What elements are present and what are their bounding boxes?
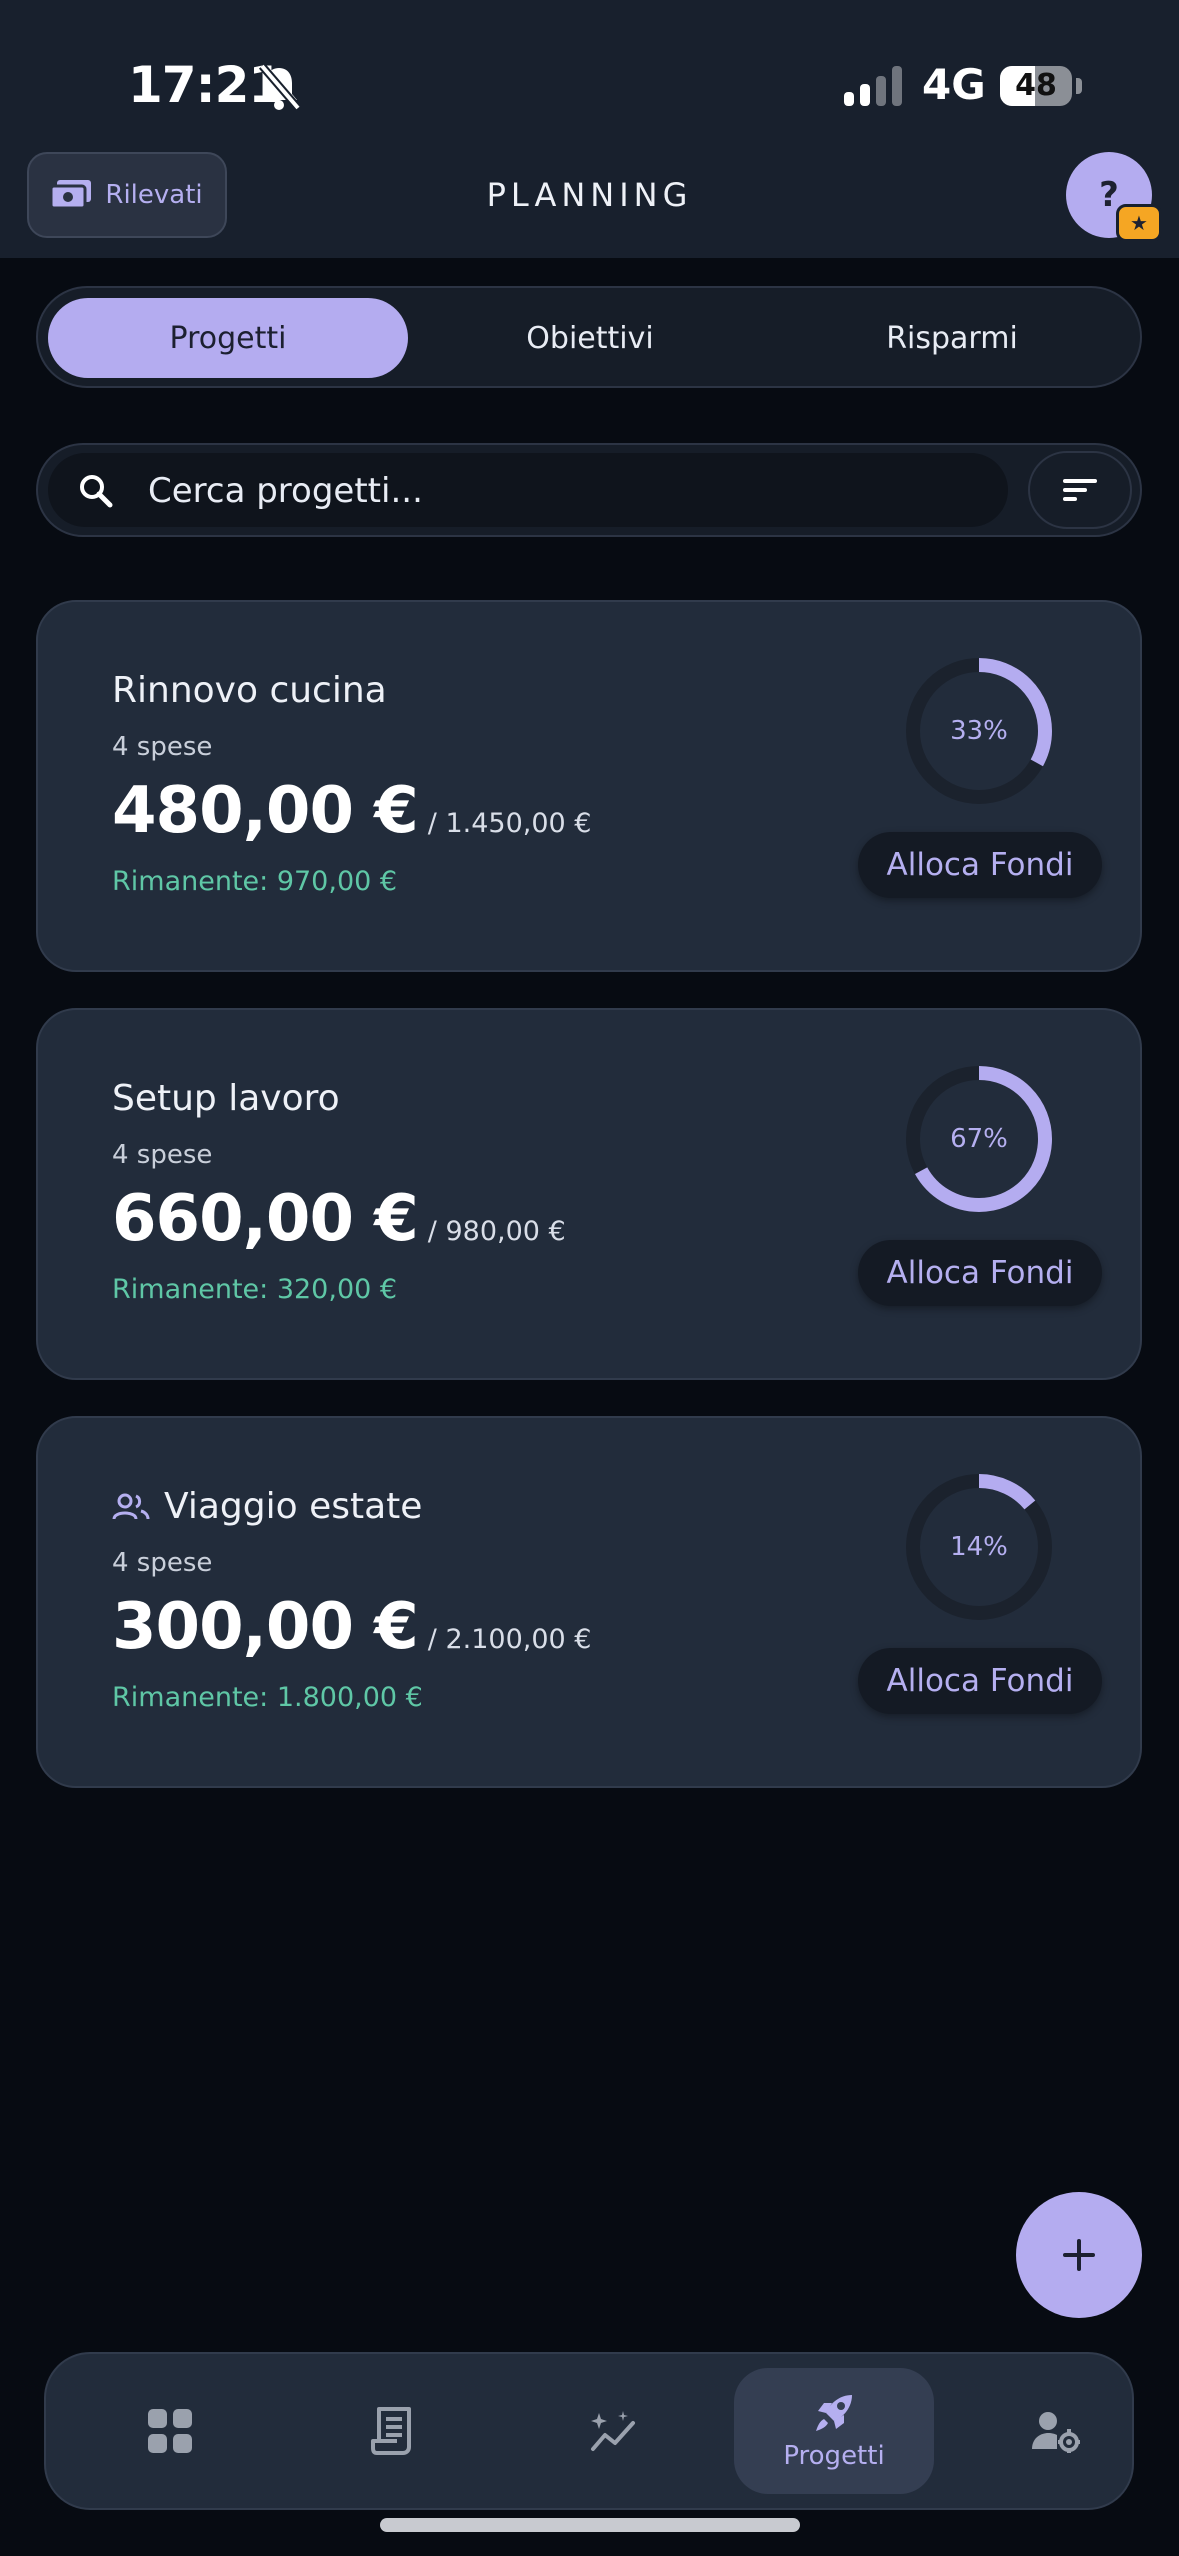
- battery-icon: 48: [1000, 66, 1072, 106]
- project-title-text: Viaggio estate: [164, 1486, 423, 1527]
- dashboard-icon: [148, 2409, 192, 2453]
- search-input[interactable]: [146, 463, 970, 519]
- project-card[interactable]: Viaggio estate 4 spese 300,00 € / 2.100,…: [36, 1416, 1142, 1788]
- tab-progetti[interactable]: Progetti: [48, 298, 408, 378]
- network-type: 4G: [922, 60, 986, 109]
- project-remaining: Rimanente: 970,00 €: [112, 866, 398, 897]
- search-icon: [80, 475, 113, 508]
- project-title-text: Rinnovo cucina: [112, 670, 387, 711]
- project-remaining: Rimanente: 320,00 €: [112, 1274, 398, 1305]
- project-total: / 2.100,00 €: [427, 1624, 592, 1655]
- project-allocated: 660,00 €: [112, 1182, 419, 1256]
- group-icon: [112, 1493, 150, 1519]
- progress-percent: 67%: [950, 1124, 1008, 1154]
- project-remaining: Rimanente: 1.800,00 €: [112, 1682, 423, 1713]
- progress-percent: 33%: [950, 716, 1008, 746]
- project-allocated: 480,00 €: [112, 774, 419, 848]
- alloca-fondi-button[interactable]: Alloca Fondi: [858, 832, 1102, 898]
- project-expenses: 4 spese: [112, 1140, 213, 1170]
- plus-icon: [1063, 2239, 1095, 2271]
- nav-item-insights[interactable]: [524, 2354, 704, 2508]
- nav-item-progetti[interactable]: Progetti: [734, 2368, 934, 2494]
- tab-obiettivi[interactable]: Obiettivi: [410, 298, 770, 378]
- project-expenses: 4 spese: [112, 1548, 213, 1578]
- nav-item-transactions[interactable]: [302, 2354, 482, 2508]
- project-expenses: 4 spese: [112, 732, 213, 762]
- project-total: / 1.450,00 €: [427, 808, 592, 839]
- alloca-fondi-button[interactable]: Alloca Fondi: [858, 1240, 1102, 1306]
- search-field: [48, 453, 1008, 527]
- premium-star-icon: ★: [1116, 204, 1162, 242]
- bottom-navigation: Progetti: [44, 2352, 1134, 2510]
- project-amount-row: 480,00 € / 1.450,00 €: [112, 774, 591, 848]
- tab-risparmi[interactable]: Risparmi: [772, 298, 1132, 378]
- home-indicator: [380, 2518, 800, 2532]
- project-title: Viaggio estate: [112, 1486, 422, 1527]
- nav-item-dashboard[interactable]: [80, 2354, 260, 2508]
- insights-icon: [591, 2411, 635, 2451]
- app-header: 17:21 4G 48 Rilevati PLANNING ? ★: [0, 0, 1179, 258]
- battery-tip: [1076, 78, 1082, 94]
- user-settings-icon: [1032, 2412, 1080, 2453]
- sort-filter-button[interactable]: [1028, 451, 1132, 529]
- battery-percent: 48: [1015, 68, 1057, 103]
- nav-label-progetti: Progetti: [783, 2441, 885, 2471]
- rocket-icon: [816, 2395, 852, 2431]
- nav-item-account-settings[interactable]: [966, 2354, 1146, 2508]
- project-amount-row: 660,00 € / 980,00 €: [112, 1182, 566, 1256]
- segment-tabs: Progetti Obiettivi Risparmi: [36, 286, 1142, 388]
- bell-muted-icon: [256, 62, 302, 116]
- project-amount-row: 300,00 € / 2.100,00 €: [112, 1590, 591, 1664]
- cellular-signal-icon: [844, 66, 906, 110]
- project-card[interactable]: Setup lavoro 4 spese 660,00 € / 980,00 €…: [36, 1008, 1142, 1380]
- add-project-button[interactable]: [1016, 2192, 1142, 2318]
- alloca-fondi-button[interactable]: Alloca Fondi: [858, 1648, 1102, 1714]
- project-title: Setup lavoro: [112, 1078, 340, 1119]
- project-allocated: 300,00 €: [112, 1590, 419, 1664]
- receipt-icon: [371, 2407, 411, 2455]
- sort-icon: [1063, 479, 1097, 501]
- project-title: Rinnovo cucina: [112, 670, 387, 711]
- progress-percent: 14%: [950, 1532, 1008, 1562]
- page-title: PLANNING: [486, 176, 693, 214]
- search-bar: [36, 443, 1142, 537]
- project-title-text: Setup lavoro: [112, 1078, 340, 1119]
- project-total: / 980,00 €: [427, 1216, 566, 1247]
- project-card[interactable]: Rinnovo cucina 4 spese 480,00 € / 1.450,…: [36, 600, 1142, 972]
